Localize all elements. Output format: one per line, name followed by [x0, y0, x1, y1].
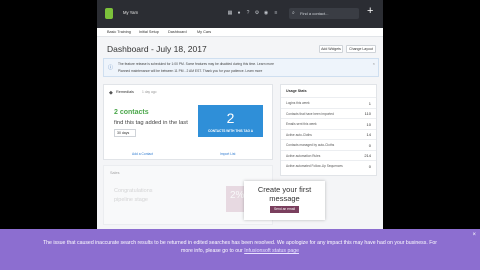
stat-value[interactable]: 10 [367, 122, 371, 127]
subnav-item-initial-setup[interactable]: Initial Setup [139, 30, 159, 34]
search-placeholder: Find a contact... [300, 11, 329, 16]
widget-subtitle: 1 day ago [142, 90, 157, 94]
tag-widget: ◆ Remedials 1 day ago 2 contacts find th… [103, 84, 273, 160]
search-icon: ⌕ [292, 10, 295, 16]
stat-value[interactable]: 110 [365, 111, 371, 116]
create-message-card: Create your first message Send an email [244, 181, 325, 220]
stat-label: Emails sent this week [286, 122, 317, 126]
pink-stat-value: 2% [230, 190, 245, 201]
stat-row: Contacts managed by auto-Cloths 0 [281, 139, 376, 150]
add-button[interactable]: + [367, 6, 373, 17]
create-message-title: Create your first message [257, 185, 312, 203]
banner-line-1: The issue that caused inaccurate search … [42, 240, 438, 246]
stat-value[interactable]: 0 [369, 164, 371, 169]
notice-banner: ⓘ The feature release is scheduled for 1… [103, 58, 379, 77]
tag-icon: ◆ [109, 90, 113, 96]
grid-icon[interactable]: ▦ [227, 10, 233, 16]
user-icon[interactable]: ◉ [263, 10, 269, 16]
banner-line-2: more info, please go to our Infusionsoft… [0, 248, 480, 254]
send-email-button[interactable]: Send an email [270, 206, 299, 213]
import-list-link[interactable]: Import List [220, 152, 235, 156]
gear-icon[interactable]: ⚙ [254, 10, 260, 16]
days-select[interactable]: 30 days [114, 129, 136, 137]
stat-value[interactable]: 214 [364, 153, 371, 158]
app-logo[interactable] [105, 8, 113, 19]
stat-label: Active automated Follow-Up Sequences [286, 164, 343, 168]
stat-label: Active automation Rules [286, 153, 321, 158]
stat-label: Contacts managed by auto-Cloths [286, 143, 335, 147]
info-icon: ⓘ [108, 65, 114, 71]
stat-value[interactable]: 14 [367, 132, 371, 137]
widget-title: Remedials [116, 90, 134, 94]
stat-row: Active automated Follow-Up Sequences 0 [281, 160, 376, 171]
stat-row: Emails sent this week 10 [281, 118, 376, 129]
faded-widget-title: Sales [110, 171, 120, 175]
add-contact-link[interactable]: Add a Contact [132, 152, 153, 156]
app-title[interactable]: My Yarn [123, 10, 138, 15]
sub-navigation: Basic Training Initial Setup Dashboard M… [97, 28, 383, 37]
contacts-with-tag-label: CONTACTS WITH THIS TAG A [207, 129, 254, 133]
status-banner: × The issue that caused inaccurate searc… [0, 229, 480, 270]
stat-row: Active automation Rules 214 [281, 149, 376, 161]
contacts-with-tag-number: 2 [226, 110, 235, 126]
find-text: find this tag added in the last [114, 120, 188, 126]
top-navigation-bar: My Yarn ▦ ● ? ⚙ ◉ ≡ ⌕ Find a contact... … [97, 0, 383, 28]
subnav-item-dashboard[interactable]: Dashboard [168, 30, 187, 34]
stat-row: Logins this week 1 [281, 97, 376, 108]
contacts-count[interactable]: 2 contacts [114, 109, 149, 116]
search-input[interactable]: ⌕ Find a contact... [289, 8, 359, 19]
faded-text-2: pipeline stage [114, 197, 148, 203]
banner-line-2-text: more info, please go to our [181, 248, 243, 254]
close-icon[interactable]: × [373, 61, 375, 66]
menu-icon[interactable]: ≡ [273, 10, 279, 16]
add-widgets-button[interactable]: Add Widgets [319, 45, 343, 53]
usage-stats-title: Usage Stats [286, 89, 307, 93]
notice-line-1: The feature release is scheduled for 1:0… [118, 62, 274, 66]
stat-value[interactable]: 0 [369, 143, 371, 148]
contacts-with-tag-box[interactable]: 2 CONTACTS WITH THIS TAG A [198, 105, 263, 137]
page-title: Dashboard - July 18, 2017 [107, 44, 207, 54]
faded-text-1: Congratulations [114, 188, 153, 194]
notice-line-2: Planned maintenance will be between 11 P… [118, 69, 263, 73]
subnav-item-basic-training[interactable]: Basic Training [107, 30, 131, 34]
stat-row: Contacts that have been imported 110 [281, 107, 376, 119]
stat-row: Active auto-Cloths 14 [281, 128, 376, 140]
close-banner-icon[interactable]: × [472, 232, 476, 238]
stat-label: Active auto-Cloths [286, 132, 312, 137]
subnav-item-my-cars[interactable]: My Cars [197, 30, 211, 34]
stat-label: Logins this week [286, 101, 310, 105]
stat-label: Contacts that have been imported [286, 111, 334, 116]
help-icon[interactable]: ? [245, 10, 251, 16]
change-layout-button[interactable]: Change Layout [346, 45, 376, 53]
stat-value[interactable]: 1 [369, 101, 371, 106]
bell-icon[interactable]: ● [236, 10, 242, 16]
usage-stats-widget: Usage Stats Logins this week 1 Contacts … [280, 84, 377, 176]
status-page-link[interactable]: Infusionsoft status page [244, 248, 299, 254]
